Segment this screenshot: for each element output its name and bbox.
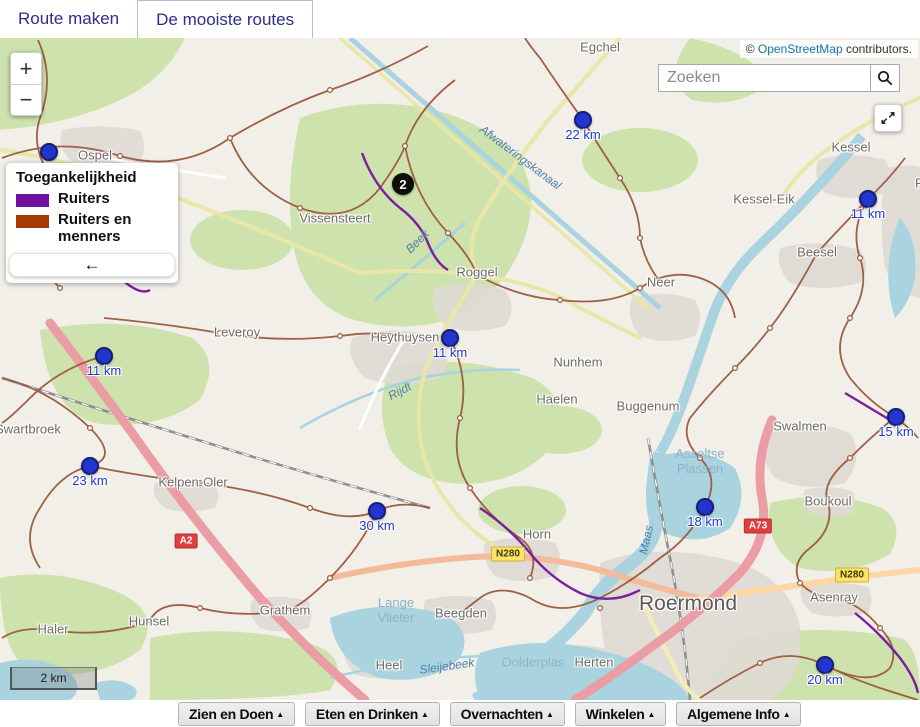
caret-up-icon: ▲	[421, 710, 429, 719]
marker-22km[interactable]: 22 km	[574, 111, 592, 129]
zoom-out-button[interactable]: −	[10, 84, 42, 116]
marker-distance-label: 11 km	[87, 363, 121, 378]
tab-bar: Route makenDe mooiste routes	[0, 0, 920, 38]
marker-11km-west[interactable]: 11 km	[95, 347, 113, 365]
marker-15km[interactable]: 15 km	[887, 408, 905, 426]
menu-overnachten[interactable]: Overnachten▲	[450, 702, 565, 726]
search-icon	[876, 69, 894, 87]
marker-18km[interactable]: 18 km	[696, 498, 714, 516]
zoom-in-button[interactable]: +	[10, 52, 42, 84]
menu-button-label: Zien en Doen	[189, 706, 273, 722]
legend-title: Toegankelijkheid	[6, 169, 178, 188]
tab-route-maken[interactable]: Route maken	[0, 0, 137, 38]
menu-button-label: Overnachten	[461, 706, 543, 722]
legend-color-swatch	[16, 215, 49, 228]
marker-distance-label: 22 km	[565, 127, 600, 142]
legend-items: Ruiters Ruiters en menners	[6, 188, 178, 247]
marker-11km-kessel[interactable]: 11 km	[859, 190, 877, 208]
menu-button-label: Algemene Info	[687, 706, 780, 722]
fullscreen-button[interactable]	[874, 104, 902, 132]
menu-button-label: Eten en Drinken	[316, 706, 418, 722]
legend-item: Ruiters en menners	[6, 209, 178, 247]
bottom-bar: Zien en Doen▲Eten en Drinken▲Overnachten…	[0, 700, 920, 727]
menu-algemene-info[interactable]: Algemene Info▲	[676, 702, 801, 726]
attribution-suffix: contributors.	[843, 42, 912, 56]
zoom-control: + −	[10, 52, 42, 116]
legend-collapse-button[interactable]: ←	[9, 253, 175, 277]
scale-bar: 2 km	[10, 667, 97, 690]
road-shield-n280: N280	[835, 568, 869, 583]
legend-item-label: Ruiters	[58, 190, 110, 207]
caret-up-icon: ▲	[648, 710, 656, 719]
caret-up-icon: ▲	[783, 710, 791, 719]
legend-item-label: Ruiters en menners	[58, 211, 168, 245]
left-arrow-icon: ←	[84, 255, 101, 275]
marker-distance-label: 11 km	[851, 206, 885, 221]
marker-distance-label: 23 km	[72, 473, 107, 488]
scale-label: 2 km	[40, 671, 66, 685]
bottom-menu: Zien en Doen▲Eten en Drinken▲Overnachten…	[178, 702, 801, 726]
openstreetmap-link[interactable]: OpenStreetMap	[758, 42, 843, 56]
fullscreen-icon	[879, 109, 897, 127]
search-button[interactable]	[870, 64, 900, 92]
tab-de-mooiste-routes[interactable]: De mooiste routes	[137, 0, 313, 38]
road-shield-a2: A2	[175, 534, 198, 549]
marker-23km[interactable]: 23 km	[81, 457, 99, 475]
legend-panel: Toegankelijkheid Ruiters Ruiters en menne…	[6, 163, 178, 283]
marker-30km[interactable]: 30 km	[368, 502, 386, 520]
copyright-symbol: ©	[746, 42, 755, 56]
marker-20km[interactable]: 20 km	[816, 656, 834, 674]
marker-distance-label: 11 km	[433, 345, 467, 360]
marker-ospel[interactable]	[40, 143, 58, 161]
caret-up-icon: ▲	[276, 710, 284, 719]
map-base[interactable]	[0, 38, 920, 700]
road-shield-n280: N280	[491, 547, 525, 562]
cluster-2[interactable]: 2	[392, 173, 414, 195]
marker-distance-label: 20 km	[807, 672, 842, 687]
marker-11km-heythuysen[interactable]: 11 km	[441, 329, 459, 347]
road-shield-a73: A73	[744, 519, 772, 534]
menu-button-label: Winkelen	[586, 706, 645, 722]
menu-zien-en-doen[interactable]: Zien en Doen▲	[178, 702, 295, 726]
menu-eten-en-drinken[interactable]: Eten en Drinken▲	[305, 702, 440, 726]
caret-up-icon: ▲	[546, 710, 554, 719]
legend-color-swatch	[16, 194, 49, 207]
search-box	[658, 64, 900, 92]
attribution: © OpenStreetMap contributors.	[740, 40, 918, 58]
menu-winkelen[interactable]: Winkelen▲	[575, 702, 667, 726]
route-planner-app: Route makenDe mooiste routes	[0, 0, 920, 727]
route-marker-icon[interactable]	[40, 143, 58, 161]
marker-distance-label: 18 km	[687, 514, 722, 529]
legend-item: Ruiters	[6, 188, 178, 209]
marker-distance-label: 15 km	[878, 424, 913, 439]
search-input[interactable]	[658, 64, 870, 92]
marker-distance-label: 30 km	[359, 518, 394, 533]
map[interactable]: OspelEgchelVissensteertRoggelNeerKesselK…	[0, 38, 920, 700]
